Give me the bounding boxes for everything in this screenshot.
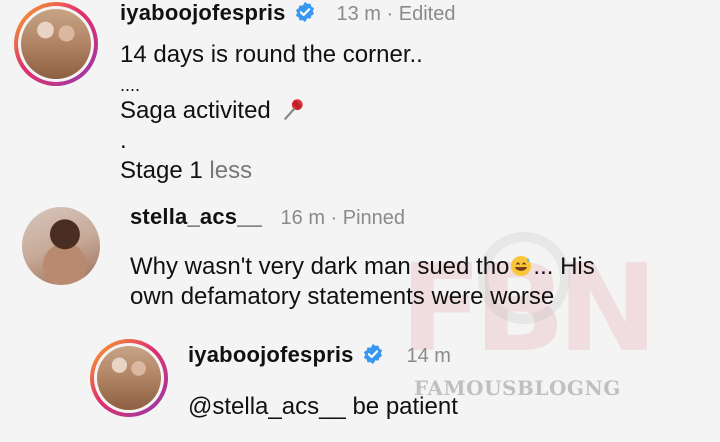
post-meta: 13 m · Edited (336, 3, 456, 25)
verified-badge-icon (363, 343, 383, 365)
reply-text-body: be patient (345, 393, 458, 420)
reply-avatar[interactable] (90, 339, 168, 417)
comment-line-1: Why wasn't very dark man sued tho ... Hi… (130, 252, 700, 282)
post-line-3: Saga activited (120, 96, 307, 126)
post-username[interactable]: iyaboojofespris (120, 0, 286, 25)
grinning-sweat-emoji-icon (511, 256, 532, 276)
post-avatar[interactable] (14, 2, 98, 86)
post-header: iyaboojofespris 13 m · Edited (120, 0, 455, 28)
comment-text: Why wasn't very dark man sued tho ... Hi… (130, 252, 700, 312)
comment-line-2: own defamatory statements were worse (130, 283, 555, 310)
post-line-3-text: Saga activited (120, 97, 271, 124)
post-avatar-photo (21, 9, 91, 79)
comment-header: stella_acs__ 16 m · Pinned (130, 204, 405, 232)
verified-badge-icon (295, 1, 315, 23)
reply-header: iyaboojofespris 14 m (188, 342, 451, 370)
reply-mention-link[interactable]: @stella_acs__ (188, 393, 346, 420)
reply-username[interactable]: iyaboojofespris (188, 342, 354, 367)
reply-text: @stella_acs__ be patient (188, 392, 458, 422)
post-line-1: 14 days is round the corner.. (120, 41, 423, 68)
comment-line-1-end: ... His (533, 253, 595, 280)
comment-meta: 16 m · Pinned (280, 207, 406, 229)
comment-avatar[interactable] (22, 207, 100, 285)
post-stage-text: Stage 1 (120, 157, 210, 184)
post-stage: Stage 1 less (120, 156, 252, 186)
pushpin-emoji-icon (284, 99, 304, 120)
comment-username[interactable]: stella_acs__ (130, 204, 262, 229)
reply-avatar-photo (97, 346, 161, 410)
comment-line-1-text: Why wasn't very dark man sued tho (130, 253, 510, 280)
less-button[interactable]: less (209, 157, 252, 184)
post-dot: . (120, 127, 127, 154)
reply-meta: 14 m (406, 345, 451, 367)
